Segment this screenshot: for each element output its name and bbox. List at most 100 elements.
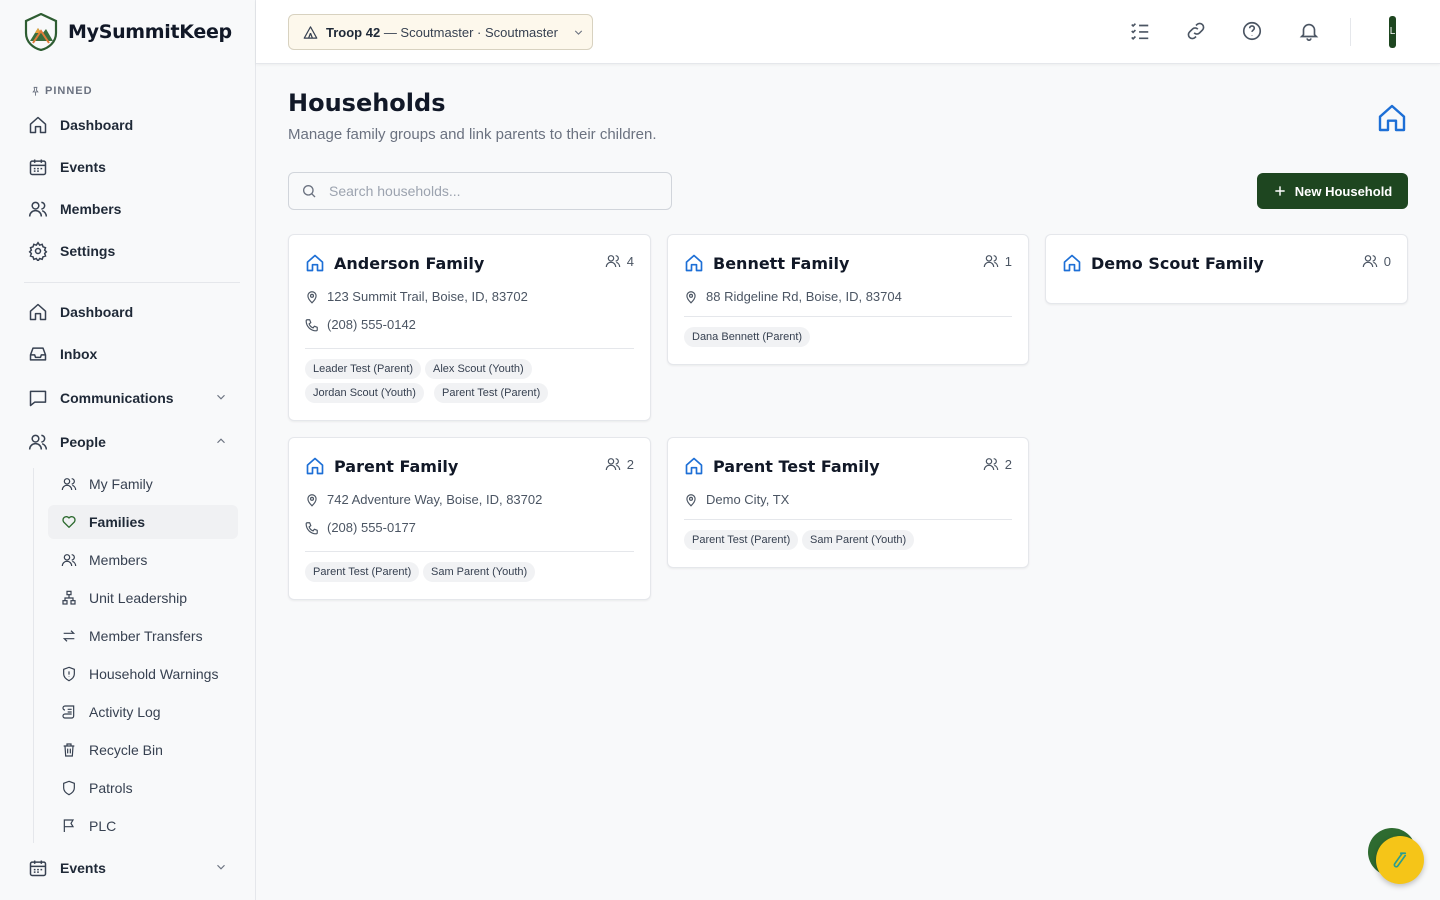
chevron-down-icon[interactable] — [214, 390, 228, 404]
sidebar-item-people[interactable]: People — [28, 429, 228, 455]
member-chip[interactable]: Jordan Scout (Youth) — [305, 383, 424, 403]
phone-icon — [305, 521, 319, 535]
unit-selector[interactable]: Troop 42 — Scoutmaster · Scoutmaster — [288, 14, 593, 50]
sidebar-item-dashboard[interactable]: Dashboard — [28, 299, 228, 325]
calendar-icon — [28, 157, 48, 177]
household-card[interactable]: Parent Family 2 742 Adventure Way, Boise… — [288, 437, 651, 600]
bell-icon[interactable] — [1298, 20, 1320, 42]
tree-line — [33, 468, 34, 843]
users-icon — [983, 456, 999, 472]
household-name: Bennett Family — [713, 253, 850, 273]
member-chip[interactable]: Parent Test (Parent) — [434, 383, 549, 403]
member-chip[interactable]: Leader Test (Parent) — [305, 359, 422, 379]
sidebar-item-unit-leadership[interactable]: Unit Leadership — [48, 581, 238, 615]
search-box[interactable] — [288, 172, 672, 210]
member-count: 1 — [983, 253, 1012, 269]
sidebar-item-families[interactable]: Families — [48, 505, 238, 539]
brand[interactable]: MySummitKeep — [24, 13, 232, 51]
member-count: 0 — [1362, 253, 1391, 269]
household-name: Parent Family — [334, 456, 459, 476]
transfer-icon — [61, 628, 77, 644]
flag-icon — [61, 818, 77, 834]
chevron-down-icon — [572, 26, 585, 39]
sidebar-item-recycle-bin[interactable]: Recycle Bin — [48, 733, 238, 767]
household-header: Parent Family — [305, 456, 458, 476]
household-card[interactable]: Anderson Family 4 123 Summit Trail, Bois… — [288, 234, 651, 421]
heart-icon — [61, 514, 77, 530]
pinned-members[interactable]: Members — [28, 196, 228, 222]
sidebar-item-member-transfers[interactable]: Member Transfers — [48, 619, 238, 653]
member-chip[interactable]: Dana Bennett (Parent) — [684, 327, 811, 347]
users-icon — [28, 432, 48, 452]
pinned-label: PINNED — [30, 85, 93, 97]
member-chip[interactable]: Parent Test (Parent) — [684, 530, 799, 550]
users-icon — [983, 253, 999, 269]
household-name: Parent Test Family — [713, 456, 880, 476]
help-icon[interactable] — [1241, 20, 1263, 42]
chevron-down-icon[interactable] — [214, 860, 228, 874]
household-card[interactable]: Bennett Family 1 88 Ridgeline Rd, Boise,… — [667, 234, 1029, 365]
card-divider — [684, 316, 1012, 317]
shield-icon — [61, 780, 77, 796]
chevron-up-icon[interactable] — [214, 434, 228, 448]
household-phone: (208) 555-0177 — [305, 520, 416, 535]
sidebar-item-inbox[interactable]: Inbox — [28, 341, 228, 367]
household-header: Anderson Family — [305, 253, 484, 273]
household-address: 742 Adventure Way, Boise, ID, 83702 — [305, 492, 542, 507]
household-header: Parent Test Family — [684, 456, 880, 476]
household-address: Demo City, TX — [684, 492, 789, 507]
pinned-events[interactable]: Events — [28, 154, 228, 180]
gear-icon — [28, 241, 48, 261]
household-phone: (208) 555-0142 — [305, 317, 416, 332]
map-pin-icon — [305, 290, 319, 304]
sidebar-item-plc[interactable]: PLC — [48, 809, 238, 843]
checklist-icon[interactable] — [1129, 20, 1151, 42]
scroll-icon — [61, 704, 77, 720]
household-header: Bennett Family — [684, 253, 849, 273]
home-icon — [684, 253, 704, 273]
users-icon — [61, 476, 77, 492]
pin-icon — [30, 86, 41, 97]
card-divider — [684, 519, 1012, 520]
map-pin-icon — [305, 493, 319, 507]
member-chip[interactable]: Parent Test (Parent) — [305, 562, 420, 582]
topbar-divider — [1350, 18, 1351, 46]
member-chip[interactable]: Alex Scout (Youth) — [425, 359, 532, 379]
household-name: Anderson Family — [334, 253, 485, 273]
household-card[interactable]: Parent Test Family 2 Demo City, TX Paren… — [667, 437, 1029, 568]
map-pin-icon — [684, 290, 698, 304]
test-tools-fab[interactable] — [1376, 836, 1424, 884]
pinned-settings[interactable]: Settings — [28, 238, 228, 264]
calendar-icon — [28, 858, 48, 878]
home-icon — [1062, 253, 1082, 273]
inbox-icon — [28, 344, 48, 364]
home-icon — [684, 456, 704, 476]
new-household-button[interactable]: New Household — [1257, 173, 1408, 209]
users-icon — [61, 552, 77, 568]
avatar[interactable]: L — [1389, 16, 1396, 48]
sidebar-item-events[interactable]: Events — [28, 855, 228, 881]
sidebar-item-members[interactable]: Members — [48, 543, 238, 577]
sidebar-item-communications[interactable]: Communications — [28, 385, 228, 411]
household-card[interactable]: Demo Scout Family 0 — [1045, 234, 1408, 304]
member-chip[interactable]: Sam Parent (Youth) — [423, 562, 536, 582]
member-chip[interactable]: Sam Parent (Youth) — [802, 530, 915, 550]
household-header: Demo Scout Family — [1062, 253, 1264, 273]
link-icon[interactable] — [1185, 20, 1207, 42]
household-address: 123 Summit Trail, Boise, ID, 83702 — [305, 289, 528, 304]
sidebar-item-patrols[interactable]: Patrols — [48, 771, 238, 805]
users-icon — [28, 199, 48, 219]
sidebar-item-activity-log[interactable]: Activity Log — [48, 695, 238, 729]
page-subtitle: Manage family groups and link parents to… — [288, 126, 657, 143]
plus-icon — [1273, 184, 1287, 198]
sidebar-item-household-warnings[interactable]: Household Warnings — [48, 657, 238, 691]
app-name: MySummitKeep — [68, 21, 232, 43]
household-address: 88 Ridgeline Rd, Boise, ID, 83704 — [684, 289, 902, 304]
pinned-dashboard[interactable]: Dashboard — [28, 112, 228, 138]
shield-alert-icon — [61, 666, 77, 682]
unit-role: — Scoutmaster · Scoutmaster — [383, 24, 558, 40]
sidebar-item-my-family[interactable]: My Family — [48, 467, 238, 501]
tent-icon — [303, 25, 318, 40]
search-input[interactable] — [329, 183, 649, 199]
trash-icon — [61, 742, 77, 758]
